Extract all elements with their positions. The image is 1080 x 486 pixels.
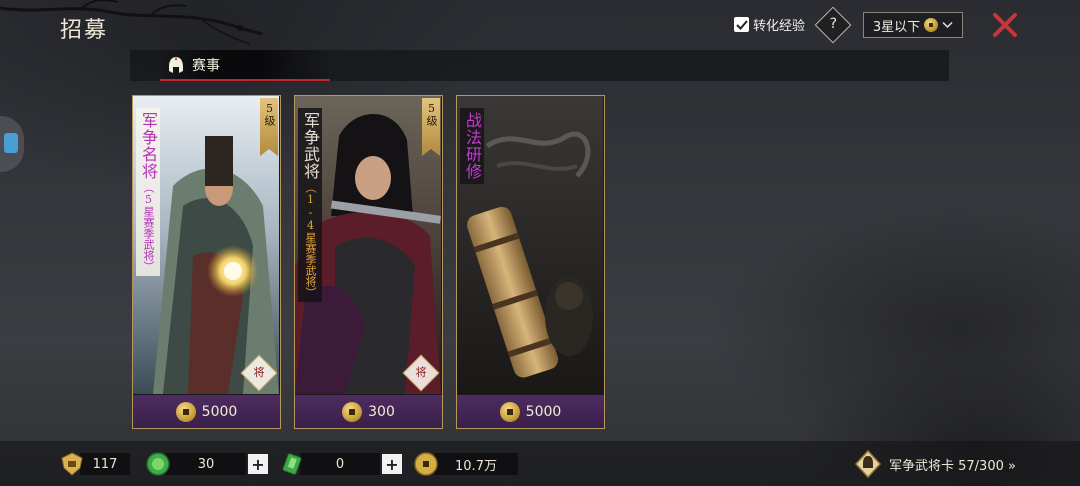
convert-exp-toggle[interactable]: 转化经验: [734, 15, 805, 34]
chevron-down-icon: [942, 21, 953, 29]
tab-event-label: 赛事: [192, 57, 220, 74]
close-icon[interactable]: [992, 12, 1018, 38]
card-name-strip: 军争武将 （1-4星赛季武将）: [298, 108, 322, 302]
resource-value: 117: [80, 453, 130, 475]
convert-exp-checkbox[interactable]: [734, 17, 749, 32]
chat-icon: [4, 133, 18, 153]
page-title: 招募: [60, 18, 109, 43]
convert-exp-label: 转化经验: [753, 19, 806, 34]
card-name-strip: 战法研修: [460, 108, 484, 184]
add-jade-button[interactable]: +: [248, 454, 268, 474]
general-card-icon: [855, 450, 881, 478]
card-name-strip: 军争名将 （5星赛季武将）: [136, 108, 160, 276]
resource-jade: 30 +: [146, 452, 268, 476]
copper-coin-icon: [342, 401, 363, 422]
resource-copper: 10.7万: [414, 452, 518, 476]
tab-bar: 赛事: [130, 50, 949, 81]
recruit-card-famous-generals[interactable]: 军争名将 （5星赛季武将） 5级 将 5000: [132, 95, 281, 429]
general-card-label: 军争武将卡 57/300 »: [889, 458, 1016, 474]
filter-label: 3星以下: [872, 19, 921, 35]
jade-coin-icon: [146, 452, 170, 476]
helmet-icon: [169, 55, 183, 73]
copper-coin-icon: [175, 401, 196, 422]
copper-coin-icon: [414, 452, 438, 476]
card-subtitle: （5星赛季武将）: [142, 182, 155, 272]
branch-decoration: [0, 0, 263, 45]
tab-event[interactable]: 赛事: [160, 50, 330, 81]
resource-value: 10.7万: [434, 453, 518, 475]
green-token-icon: [282, 453, 302, 475]
resource-token: 0 +: [280, 452, 402, 476]
card-name: 战法研修: [463, 112, 482, 180]
honor-shield-icon: [61, 452, 83, 476]
card-name: 军争名将: [139, 112, 158, 180]
card-name: 军争武将: [301, 112, 320, 180]
cost-value: 5000: [201, 403, 238, 420]
recruit-cost-button[interactable]: 300: [295, 395, 442, 428]
recruit-card-season-generals[interactable]: 军争武将 （1-4星赛季武将） 5级 将 300: [294, 95, 443, 429]
star-filter-dropdown[interactable]: 3星以下: [863, 12, 963, 38]
general-card-counter[interactable]: 军争武将卡 57/300 »: [855, 450, 1016, 478]
copper-coin-icon: [499, 401, 520, 422]
cost-value: 300: [368, 403, 395, 420]
level-badge: 5级: [422, 98, 440, 156]
cost-value: 5000: [525, 403, 562, 420]
recruit-cost-button[interactable]: 5000: [457, 395, 604, 428]
recruit-card-tactics-study[interactable]: 战法研修 5000: [456, 95, 605, 429]
resource-value: 0: [300, 453, 380, 475]
question-icon: ?: [829, 16, 838, 33]
level-badge: 5级: [260, 98, 278, 156]
check-icon: [735, 19, 748, 30]
copper-coin-icon: [924, 18, 939, 32]
card-subtitle: （1-4星赛季武将）: [304, 182, 317, 298]
resource-value: 30: [166, 453, 246, 475]
add-token-button[interactable]: +: [382, 454, 402, 474]
resource-honor: 117: [60, 452, 130, 476]
recruit-cost-button[interactable]: 5000: [133, 395, 280, 428]
